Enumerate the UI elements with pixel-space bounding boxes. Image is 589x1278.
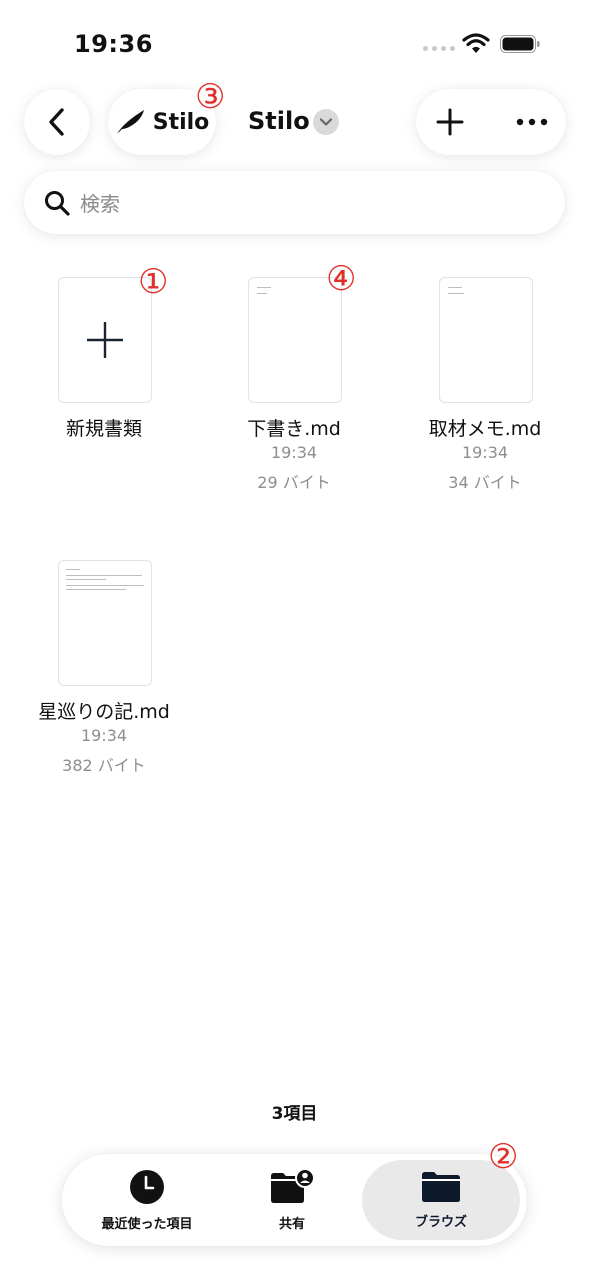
new-document-item[interactable]: 新規書類	[4, 277, 204, 447]
folder-title[interactable]: Stilo	[248, 107, 310, 135]
file-size: 34 バイト	[448, 473, 522, 492]
folder-icon	[422, 1171, 460, 1202]
tab-label: 最近使った項目	[101, 1216, 193, 1232]
annotation-marker-4: ④	[326, 259, 357, 299]
wifi-icon	[462, 33, 490, 53]
cellular-signal-icon	[423, 46, 455, 51]
battery-icon	[500, 35, 540, 53]
quill-icon	[116, 110, 144, 134]
tab-label: 共有	[278, 1216, 305, 1232]
plus-icon	[87, 322, 123, 358]
tab-label: ブラウズ	[414, 1214, 467, 1230]
chevron-down-icon[interactable]	[313, 109, 339, 135]
file-size: 29 バイト	[257, 473, 331, 492]
file-name: 星巡りの記.md	[38, 701, 170, 723]
plus-icon	[436, 108, 464, 136]
status-time: 19:36	[74, 30, 153, 58]
file-time: 19:34	[270, 443, 318, 462]
ellipsis-icon	[516, 118, 548, 126]
tab-recents[interactable]: 最近使った項目	[82, 1154, 212, 1246]
file-time: 19:34	[80, 726, 128, 745]
back-button[interactable]	[24, 89, 90, 155]
more-button[interactable]	[498, 89, 566, 155]
file-size: 382 バイト	[62, 756, 146, 775]
clock-icon	[130, 1169, 164, 1204]
file-name: 下書き.md	[247, 418, 341, 440]
annotation-marker-3: ③	[195, 77, 226, 117]
file-thumbnail	[58, 560, 152, 686]
shared-folder-icon	[271, 1168, 315, 1203]
search-field[interactable]: 検索	[24, 171, 565, 234]
search-icon	[45, 190, 70, 216]
tab-shared[interactable]: 共有	[232, 1154, 352, 1246]
file-item[interactable]: 星巡りの記.md 19:34 382 バイト	[4, 560, 204, 775]
file-item[interactable]: 下書き.md 19:34 29 バイト	[194, 277, 394, 492]
tab-bar: 最近使った項目 共有 ブラウズ	[62, 1154, 527, 1246]
search-placeholder: 検索	[80, 192, 120, 216]
file-item[interactable]: 取材メモ.md 19:34 34 バイト	[385, 277, 585, 492]
chevron-left-icon	[49, 108, 64, 136]
annotation-marker-2: ②	[488, 1137, 519, 1177]
file-name: 取材メモ.md	[428, 418, 542, 440]
add-button[interactable]	[416, 89, 484, 155]
file-time: 19:34	[461, 443, 509, 462]
file-thumbnail	[439, 277, 533, 403]
annotation-marker-1: ①	[138, 262, 169, 302]
item-count: 3項目	[271, 1104, 318, 1124]
file-name: 新規書類	[65, 418, 142, 440]
